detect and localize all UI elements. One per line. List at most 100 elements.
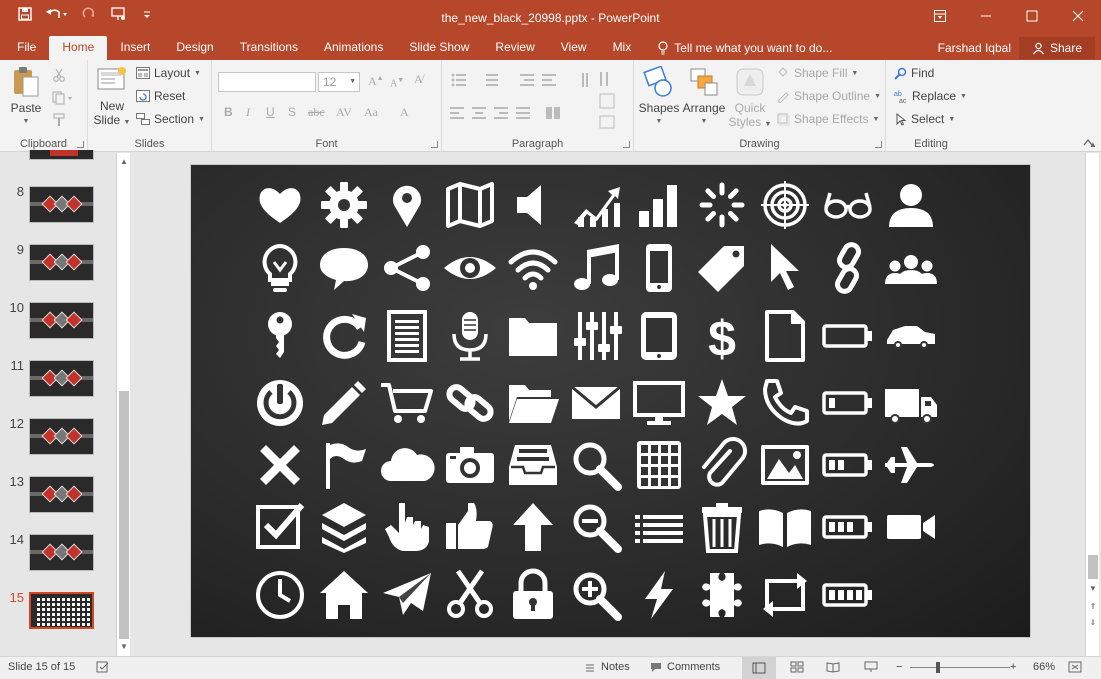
- slide-scroll-thumb[interactable]: [1088, 555, 1098, 579]
- maximize-icon[interactable]: [1009, 0, 1055, 32]
- tab-design[interactable]: Design: [163, 36, 226, 60]
- character-spacing-icon[interactable]: AV: [336, 105, 352, 120]
- slide-canvas[interactable]: $: [190, 164, 1031, 638]
- previous-slide-icon[interactable]: ⇑: [1086, 601, 1100, 613]
- new-slide-icon: [97, 67, 126, 90]
- bold-icon[interactable]: B: [224, 105, 233, 119]
- zoom-out-button[interactable]: −: [896, 661, 902, 673]
- select-button[interactable]: Select ▼: [894, 112, 955, 126]
- shapes-button[interactable]: Shapes ▼: [638, 66, 680, 129]
- notes-button[interactable]: Notes: [584, 661, 630, 673]
- checkbox-icon: [252, 499, 308, 555]
- scroll-up-icon[interactable]: ▲: [117, 156, 131, 168]
- tab-transitions[interactable]: Transitions: [227, 36, 311, 60]
- tab-view[interactable]: View: [548, 36, 600, 60]
- font-color-icon[interactable]: A: [400, 105, 409, 120]
- clear-formatting-icon[interactable]: A̸: [414, 72, 423, 87]
- slide-thumbnail[interactable]: [29, 476, 94, 513]
- ribbon-display-options-icon[interactable]: [917, 0, 963, 32]
- minimize-icon[interactable]: [963, 0, 1009, 32]
- shape-fill-button[interactable]: Shape Fill ▼: [776, 66, 858, 80]
- thumbnails-scrollbar[interactable]: ▲ ▼: [116, 153, 130, 656]
- text-direction-icon[interactable]: [598, 70, 624, 134]
- scroll-down-icon[interactable]: ▼: [117, 641, 131, 653]
- tab-slide-show[interactable]: Slide Show: [396, 36, 482, 60]
- decrease-font-size-icon[interactable]: A▼: [390, 76, 404, 89]
- tell-me-search[interactable]: Tell me what you want to do...: [644, 36, 845, 60]
- normal-view-button[interactable]: [742, 657, 776, 679]
- align-icons[interactable]: [450, 105, 600, 121]
- fit-slide-to-window-icon[interactable]: [1068, 661, 1082, 673]
- zoom-level[interactable]: 66%: [1033, 661, 1055, 673]
- new-slide-button[interactable]: New Slide ▼: [92, 66, 132, 130]
- strikethrough-icon[interactable]: abc: [308, 105, 325, 120]
- close-icon[interactable]: [1055, 0, 1101, 32]
- clipboard-dialog-launcher[interactable]: [77, 141, 84, 148]
- chain-link-icon: [820, 240, 876, 296]
- slide-thumbnail[interactable]: [29, 534, 94, 571]
- tab-animations[interactable]: Animations: [311, 36, 396, 60]
- slide-thumbnail-partial[interactable]: [29, 150, 94, 160]
- paragraph-dialog-launcher[interactable]: [623, 141, 630, 148]
- find-button[interactable]: Find: [894, 66, 934, 80]
- quick-styles-label-line2: Styles: [728, 115, 762, 129]
- tab-file[interactable]: File: [4, 36, 49, 60]
- share-button[interactable]: Share: [1019, 37, 1095, 59]
- reset-button[interactable]: Reset: [136, 89, 185, 103]
- drawing-dialog-launcher[interactable]: [875, 141, 882, 148]
- thumbnails-scroll-thumb[interactable]: [119, 391, 129, 639]
- slide-show-view-icon[interactable]: [864, 661, 878, 673]
- cut-icon[interactable]: [52, 68, 66, 82]
- layout-button[interactable]: Layout ▼: [136, 66, 201, 80]
- italic-icon[interactable]: I: [246, 105, 250, 120]
- replace-button[interactable]: ab ac Replace ▼: [894, 89, 967, 103]
- bullets-icon[interactable]: [450, 72, 600, 88]
- zoom-slider-thumb[interactable]: [936, 662, 940, 673]
- font-size-combo[interactable]: 12 ▼: [318, 72, 360, 92]
- text-shadow-icon[interactable]: S: [288, 105, 296, 119]
- shopping-cart-icon: [379, 375, 435, 431]
- tab-insert[interactable]: Insert: [107, 36, 163, 60]
- reading-view-icon[interactable]: [826, 661, 840, 673]
- section-button[interactable]: Section ▼: [136, 112, 205, 126]
- tablet-icon: [631, 308, 687, 364]
- copy-icon[interactable]: [52, 91, 74, 105]
- slide-sorter-view-icon[interactable]: [790, 661, 804, 673]
- paste-label: Paste: [10, 101, 42, 115]
- next-slide-icon[interactable]: ⇓: [1086, 617, 1100, 629]
- wifi-icon: [505, 240, 561, 296]
- zoom-in-button[interactable]: +: [1010, 661, 1016, 673]
- font-name-combo[interactable]: [218, 72, 316, 92]
- increase-font-size-icon[interactable]: A▲: [368, 74, 384, 89]
- arrange-button[interactable]: Arrange ▼: [682, 66, 726, 129]
- format-painter-icon[interactable]: [52, 113, 66, 127]
- spell-check-icon[interactable]: [96, 661, 110, 673]
- scissors-icon: [442, 567, 498, 623]
- slide-thumbnail[interactable]: [29, 186, 94, 223]
- slide-thumbnail[interactable]: [29, 244, 94, 281]
- shape-effects-button[interactable]: Shape Effects ▼: [776, 112, 879, 126]
- user-name[interactable]: Farshad Iqbal: [938, 41, 1011, 55]
- tab-review[interactable]: Review: [482, 36, 547, 60]
- paste-button[interactable]: Paste ▼: [6, 66, 46, 129]
- comments-button[interactable]: Comments: [650, 661, 720, 673]
- slide-thumbnail[interactable]: [29, 360, 94, 397]
- shape-outline-button[interactable]: Shape Outline ▼: [776, 89, 881, 103]
- font-dialog-launcher[interactable]: [431, 141, 438, 148]
- mobile-phone-icon: [631, 240, 687, 296]
- hand-pointer-icon: [379, 499, 435, 555]
- quick-styles-button[interactable]: Quick Styles ▼: [728, 66, 772, 132]
- slide-thumbnail[interactable]: [29, 302, 94, 339]
- slide-scrollbar[interactable]: ▲ ▼ ⇑ ⇓: [1085, 140, 1100, 656]
- slide-thumbnail[interactable]: [29, 418, 94, 455]
- slide-scroll-up-icon[interactable]: ▲: [1086, 139, 1100, 151]
- tab-home[interactable]: Home: [49, 36, 108, 60]
- underline-icon[interactable]: U: [266, 105, 275, 119]
- paper-plane-icon: [379, 567, 435, 623]
- zoom-slider[interactable]: [910, 662, 1010, 673]
- font-group: 12 ▼ A▲ A▼ A̸ B I U S abc AV Aa A Font: [212, 60, 442, 152]
- tab-mix[interactable]: Mix: [600, 36, 645, 60]
- slide-thumbnail[interactable]: [29, 592, 94, 629]
- slide-scroll-down-icon[interactable]: ▼: [1086, 583, 1100, 595]
- change-case-icon[interactable]: Aa: [364, 105, 378, 120]
